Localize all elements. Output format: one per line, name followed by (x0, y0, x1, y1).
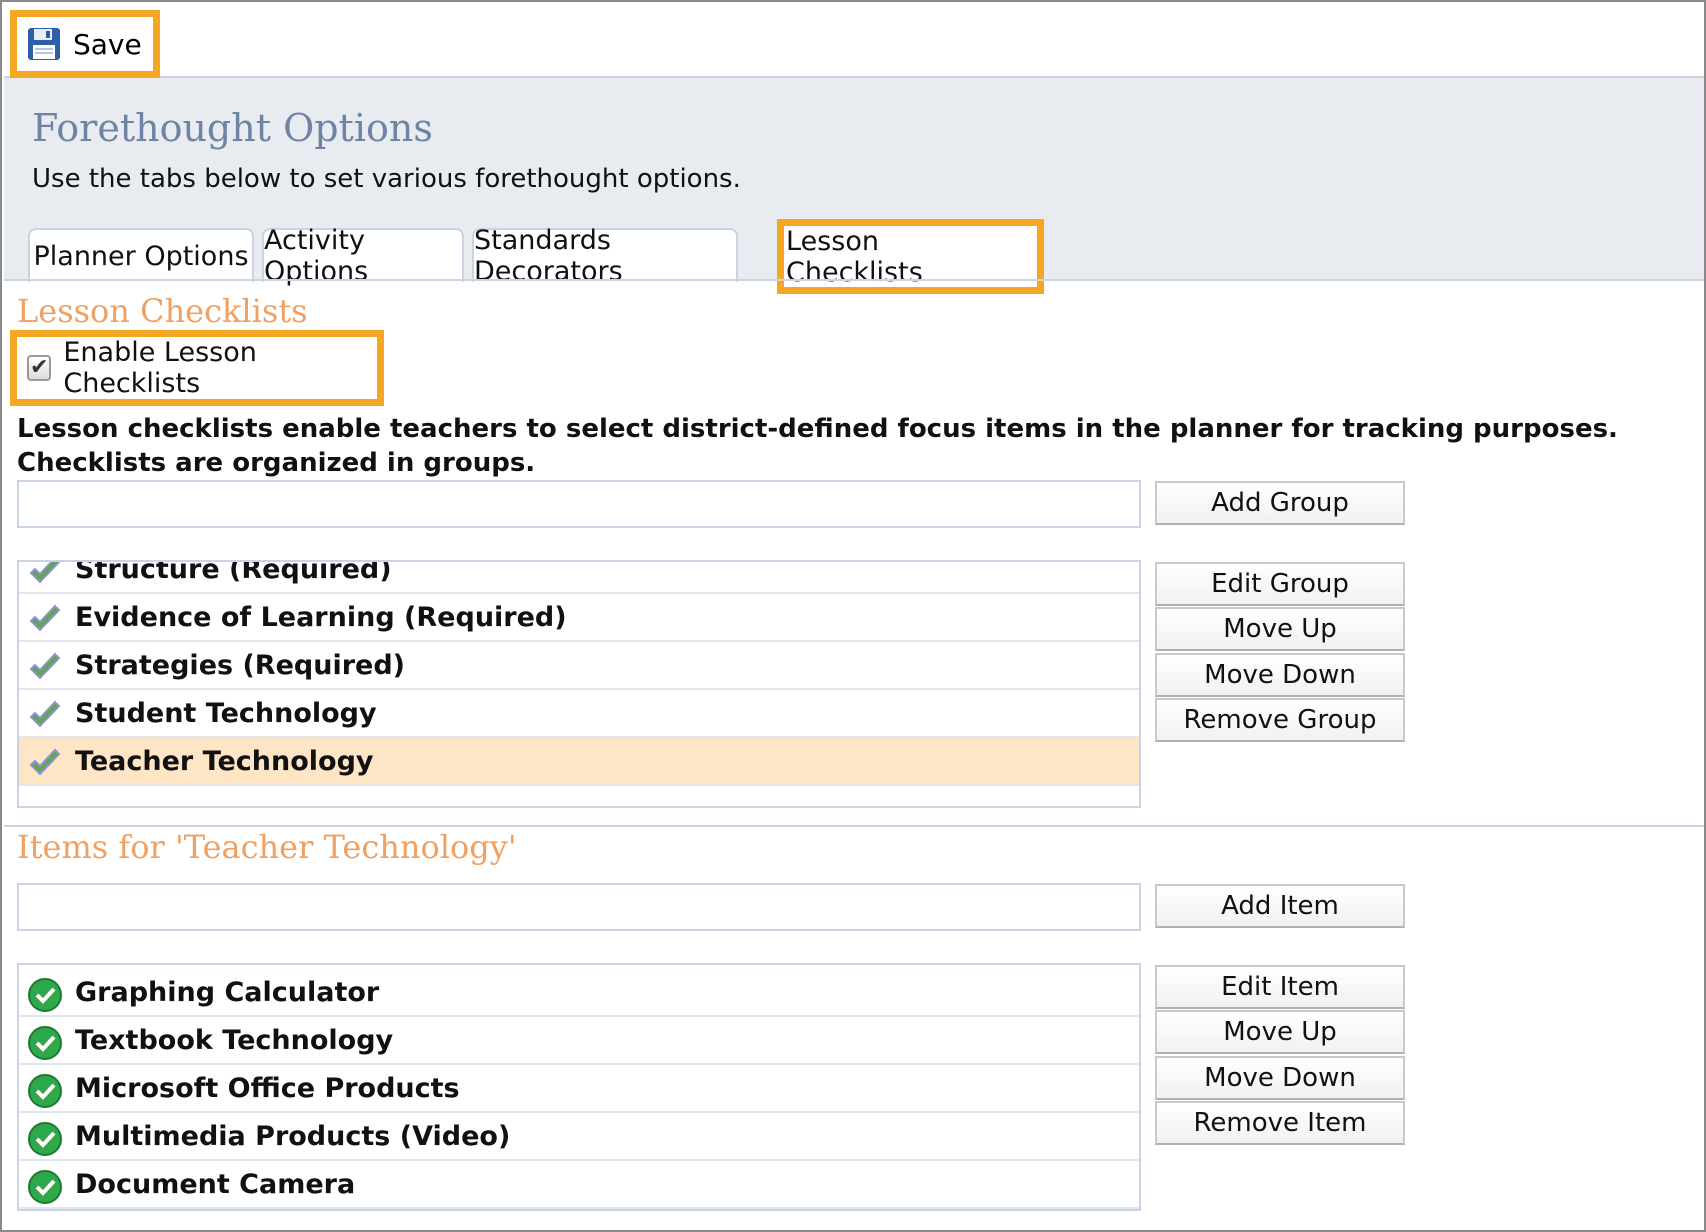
checkmark-icon (29, 700, 61, 728)
add-item-button[interactable]: Add Item (1155, 884, 1405, 928)
remove-item-button[interactable]: Remove Item (1155, 1101, 1405, 1145)
add-group-button[interactable]: Add Group (1155, 481, 1405, 525)
checkmark-icon (29, 748, 61, 776)
list-item[interactable]: Strategies (Required) (19, 642, 1139, 690)
checklists-description: Lesson checklists enable teachers to sel… (17, 414, 1618, 478)
group-label: Structure (Required) (75, 560, 392, 585)
tab-activity-options[interactable]: Activity Options (262, 225, 464, 287)
new-group-input[interactable] (17, 480, 1141, 528)
floppy-disk-icon (28, 28, 60, 60)
edit-group-button[interactable]: Edit Group (1155, 562, 1405, 606)
list-item[interactable]: Multimedia Products (Video) (19, 1113, 1139, 1161)
item-label: Multimedia Products (Video) (75, 1120, 511, 1152)
tab-lesson-checklists[interactable]: Lesson Checklists (786, 226, 1014, 288)
new-item-input[interactable] (17, 883, 1141, 931)
group-label: Student Technology (75, 697, 377, 729)
item-label: Microsoft Office Products (75, 1072, 460, 1104)
green-check-circle-icon (28, 1074, 62, 1108)
group-label: Teacher Technology (75, 745, 374, 777)
tab-standards-decorators[interactable]: Standards Decorators (472, 225, 738, 287)
list-item-selected[interactable]: Teacher Technology (19, 738, 1139, 786)
section-title-checklists: Lesson Checklists (17, 292, 308, 330)
group-list[interactable]: Structure (Required) Evidence of Learnin… (17, 560, 1141, 808)
checkmark-icon (29, 652, 61, 680)
move-group-up-button[interactable]: Move Up (1155, 607, 1405, 651)
save-button[interactable]: Save (10, 10, 160, 78)
item-label: Graphing Calculator (75, 976, 380, 1008)
enable-checkbox[interactable]: ✔ (27, 355, 52, 381)
list-item[interactable]: Structure (Required) (19, 560, 1139, 594)
section-divider (4, 825, 1704, 827)
item-list[interactable]: Graphing Calculator Textbook Technology … (17, 963, 1141, 1211)
green-check-circle-icon (28, 978, 62, 1012)
item-label: Textbook Technology (75, 1024, 394, 1056)
list-item[interactable]: Document Camera (19, 1161, 1139, 1209)
app-window: Save Forethought Options Use the tabs be… (0, 0, 1706, 1232)
group-label: Evidence of Learning (Required) (75, 601, 567, 633)
enable-label: Enable Lesson Checklists (63, 337, 257, 399)
page-title: Forethought Options (32, 106, 433, 150)
move-item-up-button[interactable]: Move Up (1155, 1010, 1405, 1054)
green-check-circle-icon (28, 1170, 62, 1204)
list-item[interactable]: Microsoft Office Products (19, 1065, 1139, 1113)
remove-group-button[interactable]: Remove Group (1155, 698, 1405, 742)
list-item[interactable]: Graphing Calculator (19, 969, 1139, 1017)
list-item-partial (19, 786, 1139, 806)
move-item-down-button[interactable]: Move Down (1155, 1056, 1405, 1100)
toolbar (4, 4, 1704, 78)
tab-baseline (4, 279, 1704, 281)
list-item[interactable]: Textbook Technology (19, 1017, 1139, 1065)
enable-checklists-toggle[interactable]: ✔ Enable Lesson Checklists (10, 330, 384, 406)
edit-item-button[interactable]: Edit Item (1155, 965, 1405, 1009)
checkmark-icon (29, 604, 61, 632)
tab-planner-options[interactable]: Planner Options (28, 228, 254, 282)
item-label: Document Camera (75, 1168, 356, 1200)
group-label: Strategies (Required) (75, 649, 406, 681)
section-title-items: Items for 'Teacher Technology' (17, 828, 517, 866)
page-subtitle: Use the tabs below to set various foreth… (32, 164, 741, 194)
save-label: Save (73, 27, 142, 61)
move-group-down-button[interactable]: Move Down (1155, 653, 1405, 697)
green-check-circle-icon (28, 1122, 62, 1156)
checkmark-icon (29, 562, 61, 584)
green-check-circle-icon (28, 1026, 62, 1060)
list-item[interactable]: Student Technology (19, 690, 1139, 738)
list-item[interactable]: Evidence of Learning (Required) (19, 594, 1139, 642)
